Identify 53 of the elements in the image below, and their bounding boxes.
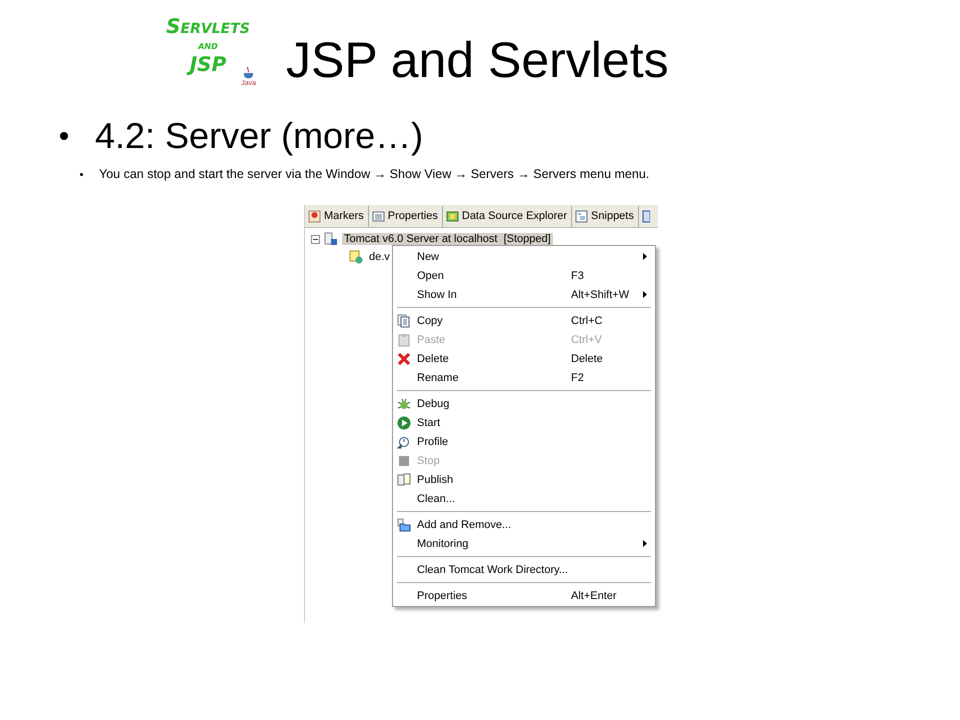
- menu-item[interactable]: Copy Ctrl+C: [393, 311, 655, 330]
- menu-item[interactable]: Open F3: [393, 266, 655, 285]
- slide-title: JSP and Servlets: [286, 31, 669, 90]
- shortcut-text: F2: [571, 372, 584, 384]
- view-icon: [372, 210, 385, 222]
- menu-item[interactable]: Clean Tomcat Work Directory...: [393, 560, 655, 579]
- menu-item[interactable]: Clean...: [393, 489, 655, 508]
- module-icon: [349, 250, 363, 264]
- documents-icon: [397, 472, 411, 486]
- menu-item[interactable]: Properties Alt+Enter: [393, 586, 655, 605]
- clipboard-icon: [397, 332, 411, 346]
- bullet-icon: [60, 132, 68, 140]
- menu-item[interactable]: Delete Delete: [393, 349, 655, 368]
- menu-item[interactable]: Debug: [393, 394, 655, 413]
- menu-item[interactable]: Add and Remove...: [393, 515, 655, 534]
- shortcut-text: F3: [571, 270, 584, 282]
- view-tab[interactable]: Properties: [368, 206, 443, 226]
- bug-icon: [397, 396, 411, 410]
- tree-item[interactable]: de.v: [367, 251, 392, 263]
- view-icon: [575, 210, 588, 222]
- view-icon: [446, 210, 459, 222]
- coffee-cup-icon: [242, 66, 256, 80]
- stop-icon: [397, 454, 411, 468]
- menu-item[interactable]: Start: [393, 413, 655, 432]
- menu-item[interactable]: Rename F2: [393, 368, 655, 387]
- view-tab[interactable]: Markers: [305, 206, 369, 226]
- bullet-text: You can stop and start the server via the Window → Show View → Servers → Servers menu menu.: [99, 166, 650, 182]
- menu-item[interactable]: Show In Alt+Shift+W: [393, 285, 655, 304]
- menu-item[interactable]: Monitoring: [393, 534, 655, 553]
- logo-text: and: [198, 38, 218, 52]
- tree-item[interactable]: Tomcat v6.0 Server at localhost [Stopped]: [342, 233, 553, 245]
- shortcut-text: Ctrl+V: [571, 334, 602, 346]
- copy-icon: [397, 314, 411, 328]
- collapse-icon[interactable]: [311, 234, 320, 244]
- logo-text: Servlets: [166, 14, 250, 38]
- menu-item[interactable]: Profile: [393, 432, 655, 451]
- server-icon: [324, 232, 338, 246]
- shortcut-text: Alt+Shift+W: [571, 288, 630, 300]
- play-icon: [397, 416, 411, 430]
- bullet-text: 4.2: Server (more…): [95, 114, 424, 158]
- delete-icon: [397, 352, 411, 366]
- bullet-icon: [80, 172, 83, 176]
- folder-icon: [397, 518, 411, 532]
- shortcut-text: Alt+Enter: [571, 590, 617, 602]
- view-tab[interactable]: Data Source Explorer: [442, 206, 572, 226]
- view-tab[interactable]: Snippets: [572, 206, 639, 226]
- view-icon: [308, 210, 321, 222]
- shortcut-text: Delete: [571, 352, 603, 364]
- menu-item[interactable]: New: [393, 247, 655, 266]
- menu-item[interactable]: Publish: [393, 470, 655, 489]
- shortcut-text: Ctrl+C: [571, 314, 602, 326]
- view-icon: [642, 210, 650, 222]
- stopwatch-icon: [397, 434, 411, 448]
